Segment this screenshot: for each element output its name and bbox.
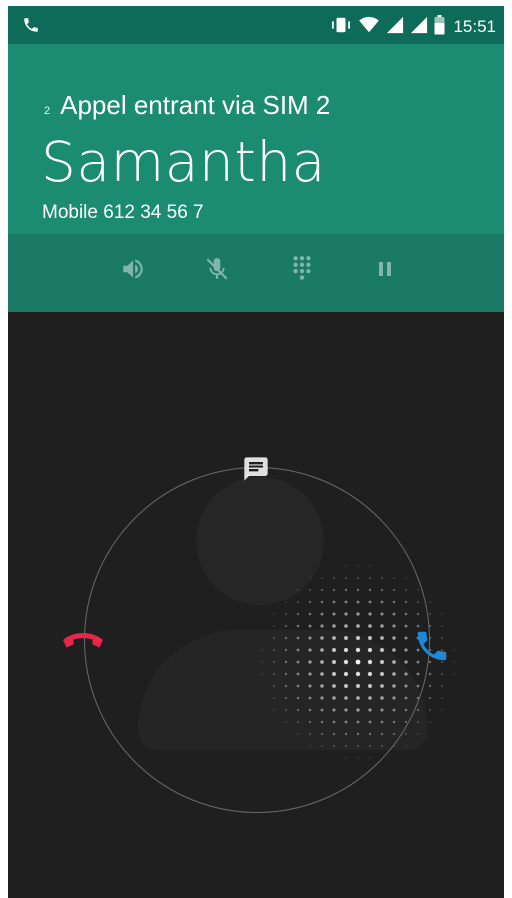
glowpad-area	[8, 312, 504, 898]
glow-dot	[428, 696, 432, 700]
glow-dot	[405, 745, 407, 747]
glow-dot	[440, 672, 444, 676]
glowpad-ring	[84, 467, 430, 813]
in-call-actions-bar	[8, 234, 504, 312]
incoming-call-label: Appel entrant via SIM 2	[60, 90, 331, 120]
hold-icon	[373, 257, 397, 285]
reply-message-button[interactable]	[239, 454, 273, 488]
hold-button[interactable]	[368, 254, 402, 288]
phone-icon	[22, 16, 40, 38]
wifi-icon	[358, 16, 380, 38]
caller-number: Mobile 612 34 56 7	[42, 202, 204, 223]
decline-call-icon	[61, 630, 105, 656]
answer-call-button[interactable]	[412, 628, 452, 668]
glow-dot	[441, 709, 443, 711]
glow-dot	[405, 733, 407, 735]
vibrate-icon	[330, 16, 352, 38]
glow-dot	[441, 697, 443, 699]
signal-sim1-icon	[386, 16, 404, 38]
glow-dot	[429, 601, 431, 603]
battery-icon	[434, 15, 445, 39]
glow-dot	[453, 673, 455, 675]
glow-dot	[416, 720, 420, 724]
mute-icon	[204, 256, 230, 286]
glow-dot	[417, 733, 419, 735]
caller-header: 2 Appel entrant via SIM 2 Samantha Mobil…	[8, 44, 504, 234]
glow-dot	[416, 708, 420, 712]
status-bar: 15:51	[8, 6, 504, 44]
caller-name: Samantha	[41, 130, 326, 194]
glow-dot	[429, 613, 431, 615]
glow-dot	[429, 709, 431, 711]
glow-dot	[441, 613, 443, 615]
glow-dot	[453, 649, 455, 651]
glow-dot	[453, 661, 455, 663]
glow-dot	[428, 672, 432, 676]
answer-call-icon	[413, 627, 451, 669]
glow-dot	[441, 685, 443, 687]
decline-call-button[interactable]	[60, 628, 106, 658]
speaker-icon	[120, 256, 146, 286]
glow-dot	[429, 721, 431, 723]
glow-dot	[428, 684, 432, 688]
speaker-button[interactable]	[116, 254, 150, 288]
incoming-call-line: 2 Appel entrant via SIM 2	[44, 90, 330, 121]
clock: 15:51	[453, 17, 496, 36]
phone-screen: 15:51 2 Appel entrant via SIM 2 Samantha…	[8, 6, 504, 898]
sim-badge: 2	[44, 105, 51, 117]
mute-button[interactable]	[200, 254, 234, 288]
signal-sim2-icon	[410, 16, 428, 38]
dialpad-button[interactable]	[285, 254, 319, 288]
message-icon	[242, 455, 270, 487]
dialpad-icon	[289, 254, 315, 288]
